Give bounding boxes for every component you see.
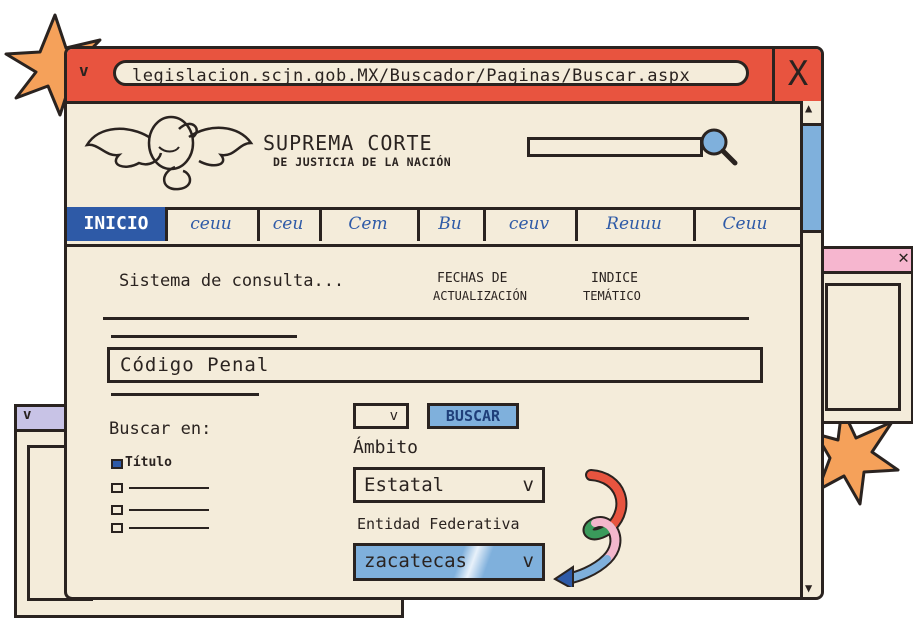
search-icon[interactable] xyxy=(697,125,741,169)
browser-window: v legislacion.scjn.gob.MX/Buscador/Pagin… xyxy=(64,46,824,600)
nav-item-4[interactable]: Cem xyxy=(319,207,420,241)
buscar-button[interactable]: BUSCAR xyxy=(427,403,519,429)
ambito-label: Ámbito xyxy=(353,437,419,458)
divider xyxy=(111,335,297,338)
option-line xyxy=(129,509,209,511)
divider xyxy=(111,393,259,396)
court-title: SUPREMA CORTE xyxy=(263,131,433,155)
small-select[interactable]: v xyxy=(353,403,409,429)
option-checkbox[interactable] xyxy=(111,523,123,533)
nav-item-inicio[interactable]: INICIO xyxy=(67,207,168,241)
scrollbar[interactable]: ▲ ▼ xyxy=(800,101,821,597)
close-icon: ✕ xyxy=(898,247,909,268)
law-search-input[interactable] xyxy=(107,347,763,383)
entidad-label: Entidad Federativa xyxy=(357,515,520,533)
chevron-down-icon: v xyxy=(522,474,534,496)
option-checkbox[interactable] xyxy=(111,483,123,493)
header-search-input[interactable] xyxy=(527,137,703,157)
address-bar[interactable]: legislacion.scjn.gob.MX/Buscador/Paginas… xyxy=(113,60,749,86)
index-link-line2[interactable]: TEMÁTICO xyxy=(583,289,641,303)
close-button[interactable]: X xyxy=(772,49,821,101)
entidad-select[interactable]: zacatecas v xyxy=(353,543,545,581)
index-link-line1[interactable]: INDICE xyxy=(591,271,638,286)
option-line xyxy=(129,527,209,529)
squiggle-arrow-icon xyxy=(553,469,628,587)
nav-item-5[interactable]: Bu xyxy=(417,207,486,241)
menu-chevron-icon[interactable]: v xyxy=(79,61,89,80)
court-subtitle: DE JUSTICIA DE LA NACIÓN xyxy=(273,155,452,169)
dates-link-line1[interactable]: FECHAS DE xyxy=(437,271,507,286)
chevron-down-icon: v xyxy=(389,408,398,424)
chevron-down-icon: v xyxy=(23,407,32,423)
nav-item-8[interactable]: Ceuu xyxy=(693,207,797,241)
scroll-down-icon[interactable]: ▼ xyxy=(805,581,812,595)
dates-link-line2[interactable]: ACTUALIZACIÓN xyxy=(433,289,527,303)
option-checkbox[interactable] xyxy=(111,505,123,515)
title-checkbox[interactable] xyxy=(111,459,123,469)
nav-item-6[interactable]: ceuv xyxy=(483,207,578,241)
nav-item-3[interactable]: ceu xyxy=(257,207,322,241)
eagle-logo-icon xyxy=(84,115,254,191)
search-in-label: Buscar en: xyxy=(109,419,212,439)
title-bar: v legislacion.scjn.gob.MX/Buscador/Pagin… xyxy=(67,49,821,104)
nav-item-7[interactable]: Reuuu xyxy=(575,207,696,241)
divider xyxy=(103,317,749,320)
nav-item-2[interactable]: ceuu xyxy=(165,207,260,241)
chevron-down-icon: v xyxy=(522,550,534,572)
ambito-select[interactable]: Estatal v xyxy=(353,467,545,503)
title-option-label: Título xyxy=(125,455,172,470)
scroll-thumb[interactable] xyxy=(803,123,821,233)
option-line xyxy=(129,487,209,489)
system-consult-link[interactable]: Sistema de consulta... xyxy=(119,271,344,291)
background-window-right: ✕ xyxy=(812,246,913,424)
scroll-up-icon[interactable]: ▲ xyxy=(805,101,812,115)
